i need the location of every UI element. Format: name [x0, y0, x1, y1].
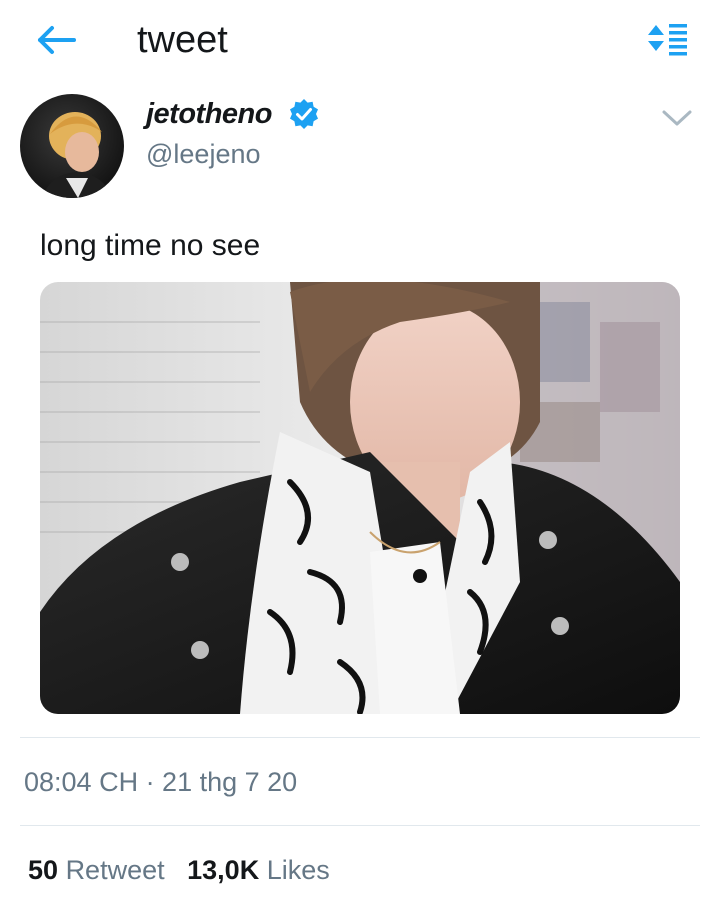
- back-button[interactable]: [34, 22, 80, 58]
- retweets-label: Retweet: [65, 855, 165, 885]
- tweet-stats: 50 Retweet 13,0K Likes: [28, 853, 330, 887]
- tweet-timestamp: 08:04 CH · 21 thg 7 20: [24, 767, 298, 797]
- tweet-media-image[interactable]: [40, 282, 680, 714]
- retweets-stat[interactable]: 50 Retweet: [28, 855, 165, 885]
- page-title: tweet: [137, 19, 228, 61]
- divider: [20, 737, 700, 738]
- likes-count: 13,0K: [187, 855, 260, 885]
- author-display-name[interactable]: jetotheno: [146, 96, 273, 132]
- avatar[interactable]: [20, 94, 124, 198]
- media-photo: [40, 282, 680, 714]
- tweet-text: long time no see: [40, 229, 261, 262]
- more-options-button[interactable]: [660, 106, 694, 130]
- sort-list-icon: [648, 24, 687, 56]
- sort-button[interactable]: [646, 20, 690, 58]
- verified-badge-icon: [288, 98, 320, 130]
- author-handle[interactable]: @leejeno: [146, 138, 261, 170]
- divider: [20, 825, 700, 826]
- avatar-photo: [20, 94, 124, 198]
- chevron-down-icon: [662, 110, 692, 126]
- arrow-left-icon: [38, 26, 76, 54]
- likes-label: Likes: [266, 855, 330, 885]
- likes-stat[interactable]: 13,0K Likes: [187, 855, 330, 885]
- retweets-count: 50: [28, 855, 59, 885]
- top-bar: tweet: [0, 0, 720, 82]
